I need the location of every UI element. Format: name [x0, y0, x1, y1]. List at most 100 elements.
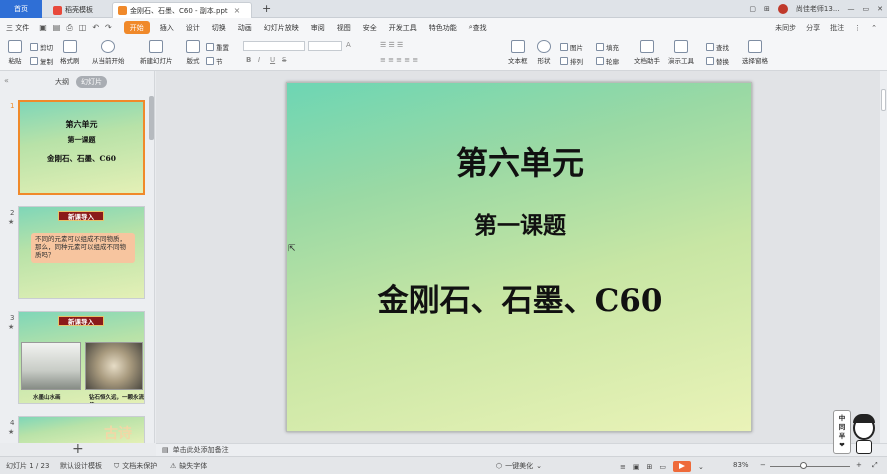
doc-helper-button[interactable]: 文档助手: [634, 40, 660, 65]
reset-button[interactable]: 重置: [206, 42, 229, 52]
select-pane-button[interactable]: 选择窗格: [742, 40, 768, 65]
minimize-icon[interactable]: —: [848, 5, 855, 13]
slide-canvas[interactable]: 第六单元 第一课题 金刚石、石墨、C60: [286, 82, 752, 432]
from-current-button[interactable]: 从当前开始: [92, 40, 125, 65]
menu-security[interactable]: 安全: [357, 18, 383, 37]
reading-view-icon[interactable]: ▭: [659, 463, 666, 471]
play-slideshow-button[interactable]: [673, 461, 691, 472]
copy-button[interactable]: 复制: [30, 56, 53, 66]
maximize-icon[interactable]: ▭: [863, 5, 870, 13]
cut-button[interactable]: 剪切: [30, 42, 53, 52]
undo-icon[interactable]: ↶: [92, 23, 99, 33]
zoom-level[interactable]: 83%: [733, 461, 749, 469]
menu-view[interactable]: 视图: [331, 18, 357, 37]
beautify-button[interactable]: ⬡ 一键美化 ⌄: [496, 461, 542, 471]
tab-slides[interactable]: 幻灯片: [76, 76, 107, 88]
canvas-scrollbar[interactable]: [880, 71, 887, 443]
export-pdf-icon[interactable]: ▤: [53, 23, 61, 33]
strikethrough-button[interactable]: S: [282, 56, 286, 64]
panel-scrollbar[interactable]: [149, 96, 154, 140]
menu-transitions[interactable]: 切换: [206, 18, 232, 37]
grid-icon[interactable]: ⊞: [764, 5, 770, 13]
menu-home[interactable]: 开始: [123, 21, 150, 34]
new-tab-button[interactable]: +: [262, 2, 271, 15]
avatar[interactable]: [777, 4, 788, 14]
notes-toggle-icon[interactable]: ≡: [620, 463, 626, 471]
format-painter-button[interactable]: 格式刷: [60, 40, 80, 65]
replace-button[interactable]: 替换: [706, 56, 729, 66]
menu-slideshow[interactable]: 幻灯片放映: [258, 18, 305, 37]
find-button[interactable]: 查找: [706, 42, 729, 52]
paste-button[interactable]: 粘贴: [8, 40, 22, 65]
slide-thumb-4[interactable]: 古诗: [18, 416, 145, 443]
comment-button[interactable]: 批注: [830, 23, 844, 33]
layout-button[interactable]: 版式: [186, 40, 200, 65]
textbox-button[interactable]: 文本框: [508, 40, 528, 65]
underline-button[interactable]: U: [270, 56, 275, 64]
normal-view-icon[interactable]: ▣: [633, 463, 640, 471]
design-template[interactable]: 默认设计模板: [60, 461, 102, 471]
collapse-ribbon-icon[interactable]: ⌃: [871, 24, 877, 32]
arrange-button[interactable]: 排列: [560, 56, 583, 66]
menu-special[interactable]: 特色功能: [423, 18, 463, 37]
preview-icon[interactable]: ◫: [79, 23, 87, 33]
picture-button[interactable]: 图片: [560, 42, 583, 52]
collapse-panel-icon[interactable]: «: [4, 76, 9, 85]
zoom-slider[interactable]: [770, 466, 850, 467]
tab-home[interactable]: 首页: [0, 0, 42, 18]
outline-label: 轮廓: [606, 58, 619, 66]
add-slide-button[interactable]: +: [72, 441, 84, 457]
close-window-icon[interactable]: ✕: [877, 5, 883, 13]
zoom-slider-handle[interactable]: [800, 462, 807, 469]
menu-review[interactable]: 审阅: [305, 18, 331, 37]
notes-pane[interactable]: ▤ 单击此处添加备注: [156, 443, 887, 456]
sorter-view-icon[interactable]: ⊞: [647, 463, 653, 471]
font-size-select[interactable]: [308, 41, 342, 51]
doc-protect[interactable]: ⛉ 文档未保护: [114, 461, 157, 471]
font-family-select[interactable]: [243, 41, 305, 51]
section-button[interactable]: 节: [206, 56, 223, 66]
italic-button[interactable]: I: [258, 56, 260, 64]
share-button[interactable]: 分享: [806, 23, 820, 33]
slide-title[interactable]: 第六单元: [287, 138, 753, 184]
outline-button[interactable]: 轮廓: [596, 56, 619, 66]
zoom-in-icon[interactable]: +: [856, 461, 862, 469]
slide-thumb-3[interactable]: 新课导入 水墨山水画 钻石恒久远，一颗永流传: [18, 311, 145, 404]
redo-icon[interactable]: ↷: [105, 23, 112, 33]
notes-placeholder[interactable]: 单击此处添加备注: [173, 445, 229, 455]
layout-icon[interactable]: ▢: [749, 5, 756, 13]
missing-font[interactable]: ⚠ 缺失字体: [170, 461, 207, 471]
menu-design[interactable]: 设计: [180, 18, 206, 37]
menu-search[interactable]: ⌕ 查找: [463, 18, 493, 37]
bullet-list-icon[interactable]: ☰ ☰ ☰: [380, 41, 403, 49]
tab-document[interactable]: 金刚石、石墨、C60 - 副本.ppt ×: [112, 2, 252, 18]
file-menu[interactable]: 三 文件: [0, 18, 35, 37]
tab-outline[interactable]: 大纲: [50, 76, 74, 88]
bold-button[interactable]: B: [246, 56, 251, 64]
fill-button[interactable]: 填充: [596, 42, 619, 52]
slide-thumb-2[interactable]: 新课导入 不同的元素可以组成不同物质，那么，同种元素可以组成不同物质吗？: [18, 206, 145, 299]
new-slide-button[interactable]: 新建幻灯片: [140, 40, 173, 65]
menu-animations[interactable]: 动画: [232, 18, 258, 37]
presenter-tools-button[interactable]: 演示工具: [668, 40, 694, 65]
slide-subtitle[interactable]: 第一课题: [287, 206, 753, 240]
chevron-down-icon[interactable]: ⌄: [698, 463, 704, 471]
shape-button[interactable]: 形状: [537, 40, 551, 65]
user-name[interactable]: 尚佳老师13...: [796, 4, 840, 14]
menu-developer[interactable]: 开发工具: [383, 18, 423, 37]
close-tab-icon[interactable]: ×: [234, 6, 241, 15]
align-icons[interactable]: ≡ ≡ ≡ ≡ ≡: [380, 56, 418, 64]
print-icon[interactable]: ⎙: [66, 23, 72, 33]
more-icon[interactable]: ⋮: [854, 24, 861, 32]
scroll-knob[interactable]: [881, 89, 886, 111]
fit-window-icon[interactable]: ⤢: [872, 461, 878, 470]
zoom-out-icon[interactable]: −: [760, 461, 766, 469]
menu-insert[interactable]: 插入: [154, 18, 180, 37]
font-color-icon[interactable]: A: [346, 41, 351, 49]
slide-thumb-1[interactable]: 第六单元 第一课题 金刚石、石墨、C60: [18, 100, 145, 195]
assistant-mascot[interactable]: 中 同 半 ❤: [830, 410, 880, 456]
slide-heading[interactable]: 金刚石、石墨、C60: [287, 275, 753, 320]
sync-status[interactable]: 未同步: [775, 23, 796, 33]
save-icon[interactable]: ▣: [39, 23, 47, 33]
tab-docer[interactable]: 稻壳模板: [48, 2, 98, 18]
